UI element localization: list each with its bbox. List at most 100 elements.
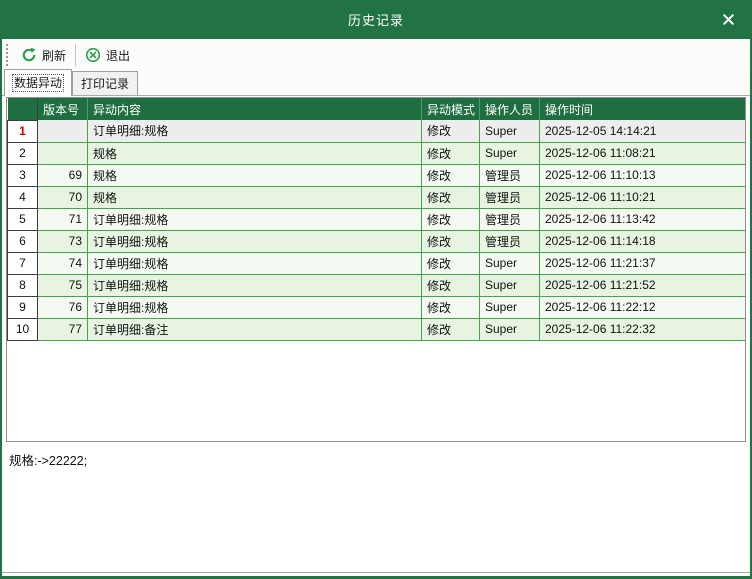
mode-cell[interactable]: 修改 [422, 230, 480, 252]
time-cell[interactable]: 2025-12-06 11:22:32 [540, 318, 746, 340]
row-number-cell[interactable]: 6 [8, 230, 38, 252]
row-number-cell[interactable]: 3 [8, 164, 38, 186]
titlebar[interactable]: 历史记录 [2, 0, 750, 39]
operator-cell[interactable]: Super [480, 120, 540, 142]
row-number-cell[interactable]: 4 [8, 186, 38, 208]
table-row[interactable]: 1077订单明细:备注修改Super2025-12-06 11:22:32 [8, 318, 746, 340]
operator-cell[interactable]: 管理员 [480, 230, 540, 252]
mode-cell[interactable]: 修改 [422, 252, 480, 274]
table-row[interactable]: 774订单明细:规格修改Super2025-12-06 11:21:37 [8, 252, 746, 274]
content-cell[interactable]: 订单明细:规格 [88, 120, 422, 142]
content-cell[interactable]: 规格 [88, 186, 422, 208]
operator-cell[interactable]: 管理员 [480, 164, 540, 186]
exit-button[interactable]: 退出 [79, 44, 136, 67]
tab-data-changes[interactable]: 数据异动 [4, 69, 72, 96]
version-cell[interactable]: 70 [38, 186, 88, 208]
exit-icon [85, 47, 101, 63]
column-header-2[interactable]: 异动模式 [422, 98, 480, 120]
mode-cell[interactable]: 修改 [422, 318, 480, 340]
column-header-3[interactable]: 操作人员 [480, 98, 540, 120]
mode-cell[interactable]: 修改 [422, 274, 480, 296]
table-row[interactable]: 976订单明细:规格修改Super2025-12-06 11:22:12 [8, 296, 746, 318]
version-cell[interactable]: 73 [38, 230, 88, 252]
content-cell[interactable]: 规格 [88, 164, 422, 186]
time-cell[interactable]: 2025-12-06 11:14:18 [540, 230, 746, 252]
corner-header [8, 98, 38, 120]
version-cell[interactable]: 69 [38, 164, 88, 186]
grid-body: 1订单明细:规格修改Super2025-12-05 14:14:212规格修改S… [8, 120, 746, 340]
version-cell[interactable]: 71 [38, 208, 88, 230]
operator-cell[interactable]: Super [480, 274, 540, 296]
column-header-0[interactable]: 版本号 [38, 98, 88, 120]
content-cell[interactable]: 订单明细:备注 [88, 318, 422, 340]
history-window: 历史记录 刷新 退出 数据异动 打印记录 [0, 0, 752, 579]
history-grid: 版本号异动内容异动模式操作人员操作时间 1订单明细:规格修改Super2025-… [6, 97, 746, 442]
table-row[interactable]: 470规格修改管理员2025-12-06 11:10:21 [8, 186, 746, 208]
mode-cell[interactable]: 修改 [422, 142, 480, 164]
time-cell[interactable]: 2025-12-06 11:22:12 [540, 296, 746, 318]
window-title: 历史记录 [348, 10, 404, 29]
table-row[interactable]: 369规格修改管理员2025-12-06 11:10:13 [8, 164, 746, 186]
refresh-icon [21, 47, 37, 63]
time-cell[interactable]: 2025-12-06 11:21:52 [540, 274, 746, 296]
column-header-4[interactable]: 操作时间 [540, 98, 746, 120]
mode-cell[interactable]: 修改 [422, 296, 480, 318]
tab-data-changes-label: 数据异动 [14, 76, 62, 90]
mode-cell[interactable]: 修改 [422, 120, 480, 142]
operator-cell[interactable]: Super [480, 296, 540, 318]
row-number-cell[interactable]: 5 [8, 208, 38, 230]
row-number-cell[interactable]: 1 [8, 120, 38, 142]
version-cell[interactable]: 76 [38, 296, 88, 318]
detail-text: 规格:->22222; [9, 454, 87, 468]
operator-cell[interactable]: Super [480, 252, 540, 274]
row-number-cell[interactable]: 9 [8, 296, 38, 318]
table-row[interactable]: 2 规格修改Super2025-12-06 11:08:21 [8, 142, 746, 164]
time-cell[interactable]: 2025-12-06 11:21:37 [540, 252, 746, 274]
mode-cell[interactable]: 修改 [422, 186, 480, 208]
table-row[interactable]: 571订单明细:规格修改管理员2025-12-06 11:13:42 [8, 208, 746, 230]
tab-strip: 数据异动 打印记录 [2, 71, 750, 96]
close-button[interactable] [718, 10, 738, 30]
content-cell[interactable]: 订单明细:规格 [88, 274, 422, 296]
version-cell[interactable] [38, 120, 88, 142]
table-row[interactable]: 673订单明细:规格修改管理员2025-12-06 11:14:18 [8, 230, 746, 252]
table-row[interactable]: 1 订单明细:规格修改Super2025-12-05 14:14:21 [8, 120, 746, 142]
detail-panel[interactable]: 规格:->22222; [2, 443, 750, 573]
operator-cell[interactable]: Super [480, 318, 540, 340]
history-table: 版本号异动内容异动模式操作人员操作时间 1订单明细:规格修改Super2025-… [7, 98, 745, 341]
content-cell[interactable]: 订单明细:规格 [88, 208, 422, 230]
content-cell[interactable]: 订单明细:规格 [88, 252, 422, 274]
content-cell[interactable]: 订单明细:规格 [88, 230, 422, 252]
grid-header-row: 版本号异动内容异动模式操作人员操作时间 [8, 98, 746, 120]
row-number-cell[interactable]: 10 [8, 318, 38, 340]
time-cell[interactable]: 2025-12-06 11:08:21 [540, 142, 746, 164]
content-cell[interactable]: 订单明细:规格 [88, 296, 422, 318]
toolbar-grip[interactable] [6, 44, 11, 66]
table-row[interactable]: 875订单明细:规格修改Super2025-12-06 11:21:52 [8, 274, 746, 296]
row-number-cell[interactable]: 8 [8, 274, 38, 296]
operator-cell[interactable]: 管理员 [480, 186, 540, 208]
tab-print-records-label: 打印记录 [81, 77, 129, 91]
close-x-icon [722, 13, 735, 26]
version-cell[interactable]: 75 [38, 274, 88, 296]
time-cell[interactable]: 2025-12-06 11:13:42 [540, 208, 746, 230]
tab-print-records[interactable]: 打印记录 [72, 71, 138, 95]
time-cell[interactable]: 2025-12-06 11:10:21 [540, 186, 746, 208]
row-number-cell[interactable]: 7 [8, 252, 38, 274]
time-cell[interactable]: 2025-12-06 11:10:13 [540, 164, 746, 186]
refresh-button[interactable]: 刷新 [15, 44, 72, 67]
refresh-label: 刷新 [42, 47, 66, 64]
version-cell[interactable] [38, 142, 88, 164]
row-number-cell[interactable]: 2 [8, 142, 38, 164]
operator-cell[interactable]: 管理员 [480, 208, 540, 230]
column-header-1[interactable]: 异动内容 [88, 98, 422, 120]
time-cell[interactable]: 2025-12-05 14:14:21 [540, 120, 746, 142]
content-cell[interactable]: 规格 [88, 142, 422, 164]
mode-cell[interactable]: 修改 [422, 164, 480, 186]
operator-cell[interactable]: Super [480, 142, 540, 164]
toolbar-separator [75, 44, 76, 66]
toolbar: 刷新 退出 [2, 39, 750, 71]
mode-cell[interactable]: 修改 [422, 208, 480, 230]
version-cell[interactable]: 74 [38, 252, 88, 274]
version-cell[interactable]: 77 [38, 318, 88, 340]
